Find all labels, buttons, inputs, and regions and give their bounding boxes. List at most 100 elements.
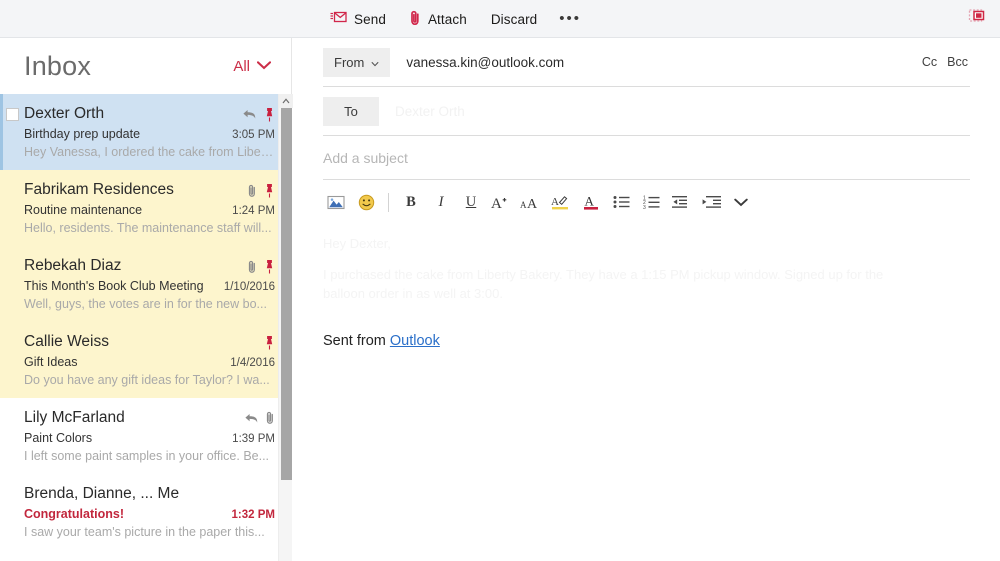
body-ghost-line-1: Hey Dexter, [323, 236, 391, 251]
from-address[interactable]: vanessa.kin@outlook.com [406, 55, 922, 70]
list-item-icons [264, 332, 275, 350]
sender-name: Fabrikam Residences [24, 181, 174, 198]
body-ghost-line-3: balloon order in as well at 3:00. [323, 286, 503, 301]
shrink-font-icon[interactable]: A A [516, 187, 546, 217]
chevron-down-icon [256, 57, 272, 75]
grow-font-icon[interactable]: A [486, 187, 516, 217]
message-timestamp: 1:39 PM [232, 433, 275, 445]
list-item-meta: Gift Ideas 1/4/2016 [24, 355, 275, 369]
pin-icon [264, 259, 275, 274]
message-subject: Paint Colors [24, 431, 93, 445]
list-item[interactable]: Dexter Orth Birthday prep update 3:05 PM He… [0, 94, 291, 170]
list-item-header: Rebekah Diaz [24, 256, 275, 276]
message-subject: Routine maintenance [24, 203, 143, 217]
scrollbar-up-arrow[interactable] [279, 94, 293, 108]
scrollbar-thumb[interactable] [281, 108, 292, 480]
message-timestamp: 1:24 PM [232, 205, 275, 217]
svg-text:3: 3 [643, 205, 646, 209]
sender-name: Lily McFarland [24, 409, 125, 426]
increase-indent-icon[interactable] [696, 187, 726, 217]
cc-button[interactable]: Cc [922, 55, 937, 69]
command-bar-actions: Send Attach Discard ••• [318, 0, 591, 38]
message-timestamp: 1/4/2016 [230, 357, 275, 369]
to-input[interactable]: Dexter Orth [395, 104, 970, 119]
open-in-new-window-icon [967, 7, 989, 32]
from-selector[interactable]: From [323, 47, 391, 77]
svg-text:A: A [585, 194, 595, 209]
message-timestamp: 3:05 PM [232, 129, 275, 141]
discard-button[interactable]: Discard [479, 8, 549, 31]
list-item-meta: Birthday prep update 3:05 PM [24, 127, 275, 141]
sender-name: Dexter Orth [24, 105, 105, 122]
list-item-header: Callie Weiss [24, 332, 275, 352]
send-button-label: Send [354, 11, 386, 27]
from-label: From [334, 54, 365, 70]
reply-icon [242, 108, 257, 121]
message-preview: Hey Vanessa, I ordered the cake from Lib… [24, 145, 274, 159]
bulleted-list-icon[interactable] [606, 187, 636, 217]
pin-icon [264, 183, 275, 198]
list-item-meta: Routine maintenance 1:24 PM [24, 203, 275, 217]
decrease-indent-icon[interactable] [666, 187, 696, 217]
highlight-icon[interactable]: A [546, 187, 576, 217]
message-list[interactable]: Dexter Orth Birthday prep update 3:05 PM He… [0, 94, 291, 561]
signature: Sent from Outlook [323, 333, 970, 349]
message-preview: Well, guys, the votes are in for the new… [24, 297, 267, 311]
underline-icon[interactable]: U [456, 187, 486, 217]
list-scrollbar[interactable] [278, 94, 293, 561]
outlook-link[interactable]: Outlook [390, 333, 440, 349]
cc-bcc-toggles: Cc Bcc [922, 55, 970, 69]
attach-button-label: Attach [427, 11, 467, 27]
italic-icon[interactable]: I [426, 187, 456, 217]
more-commands-label: ••• [559, 10, 582, 27]
list-item-icons [248, 180, 275, 198]
filter-dropdown[interactable]: All [233, 57, 272, 75]
formatting-toolbar: B I U A A A A A 1 2 3 [321, 180, 972, 220]
list-item-header: Brenda, Dianne, ... Me [24, 484, 275, 504]
list-item-header: Dexter Orth [24, 104, 275, 124]
more-formatting-icon[interactable] [726, 187, 756, 217]
popout-button[interactable] [966, 8, 990, 30]
paperclip-icon [248, 260, 257, 274]
message-body[interactable]: Hey Dexter, I purchased the cake from Li… [323, 234, 970, 349]
bold-icon[interactable]: B [396, 187, 426, 217]
filter-label: All [233, 57, 250, 75]
toolbar-separator [388, 192, 389, 212]
list-item-meta: Congratulations! 1:32 PM [24, 507, 275, 521]
paperclip-icon [248, 184, 257, 198]
message-subject: Gift Ideas [24, 355, 78, 369]
list-item[interactable]: Callie Weiss Gift Ideas 1/4/2016 Do you hav… [0, 322, 291, 398]
message-list-pane: Inbox All Dexter Orth Birthday prep updat… [0, 38, 292, 561]
message-timestamp: 1:32 PM [231, 509, 275, 521]
paperclip-icon [410, 10, 421, 29]
sender-name: Rebekah Diaz [24, 257, 122, 274]
compose-pane: From vanessa.kin@outlook.com Cc Bcc To D… [293, 38, 1000, 561]
signature-prefix: Sent from [323, 333, 390, 349]
numbered-list-icon[interactable]: 1 2 3 [636, 187, 666, 217]
bcc-button[interactable]: Bcc [947, 55, 968, 69]
list-item[interactable]: Fabrikam Residences Routine maintenance 1:… [0, 170, 291, 246]
from-row: From vanessa.kin@outlook.com Cc Bcc [323, 38, 970, 87]
subject-row[interactable]: Add a subject [323, 136, 970, 180]
message-checkbox[interactable] [6, 108, 19, 121]
list-item-icons [248, 256, 275, 274]
outlook-mail-app: Send Attach Discard ••• Inbox All Dexter… [0, 0, 1000, 561]
list-item[interactable]: Lily McFarland Paint Colors 1:39 PM I left … [0, 398, 291, 474]
send-button[interactable]: Send [318, 7, 398, 32]
pin-icon [264, 107, 275, 122]
attach-button[interactable]: Attach [398, 6, 479, 33]
message-list-header: Inbox All [0, 38, 291, 94]
more-commands-button[interactable]: ••• [549, 10, 591, 28]
list-item[interactable]: Rebekah Diaz This Month's Book Club Meeti… [0, 246, 291, 322]
insert-picture-icon[interactable] [321, 187, 351, 217]
list-item[interactable]: Brenda, Dianne, ... Me Congratulations! 1:… [0, 474, 291, 550]
to-label-chip[interactable]: To [323, 96, 379, 126]
font-color-icon[interactable]: A [576, 187, 606, 217]
list-item-meta: Paint Colors 1:39 PM [24, 431, 275, 445]
reply-icon [244, 412, 259, 425]
emoji-icon[interactable] [351, 187, 381, 217]
message-preview: Hello, residents. The maintenance staff … [24, 221, 272, 235]
message-subject: Congratulations! [24, 507, 124, 521]
message-subject: Birthday prep update [24, 127, 141, 141]
to-label: To [344, 103, 358, 119]
